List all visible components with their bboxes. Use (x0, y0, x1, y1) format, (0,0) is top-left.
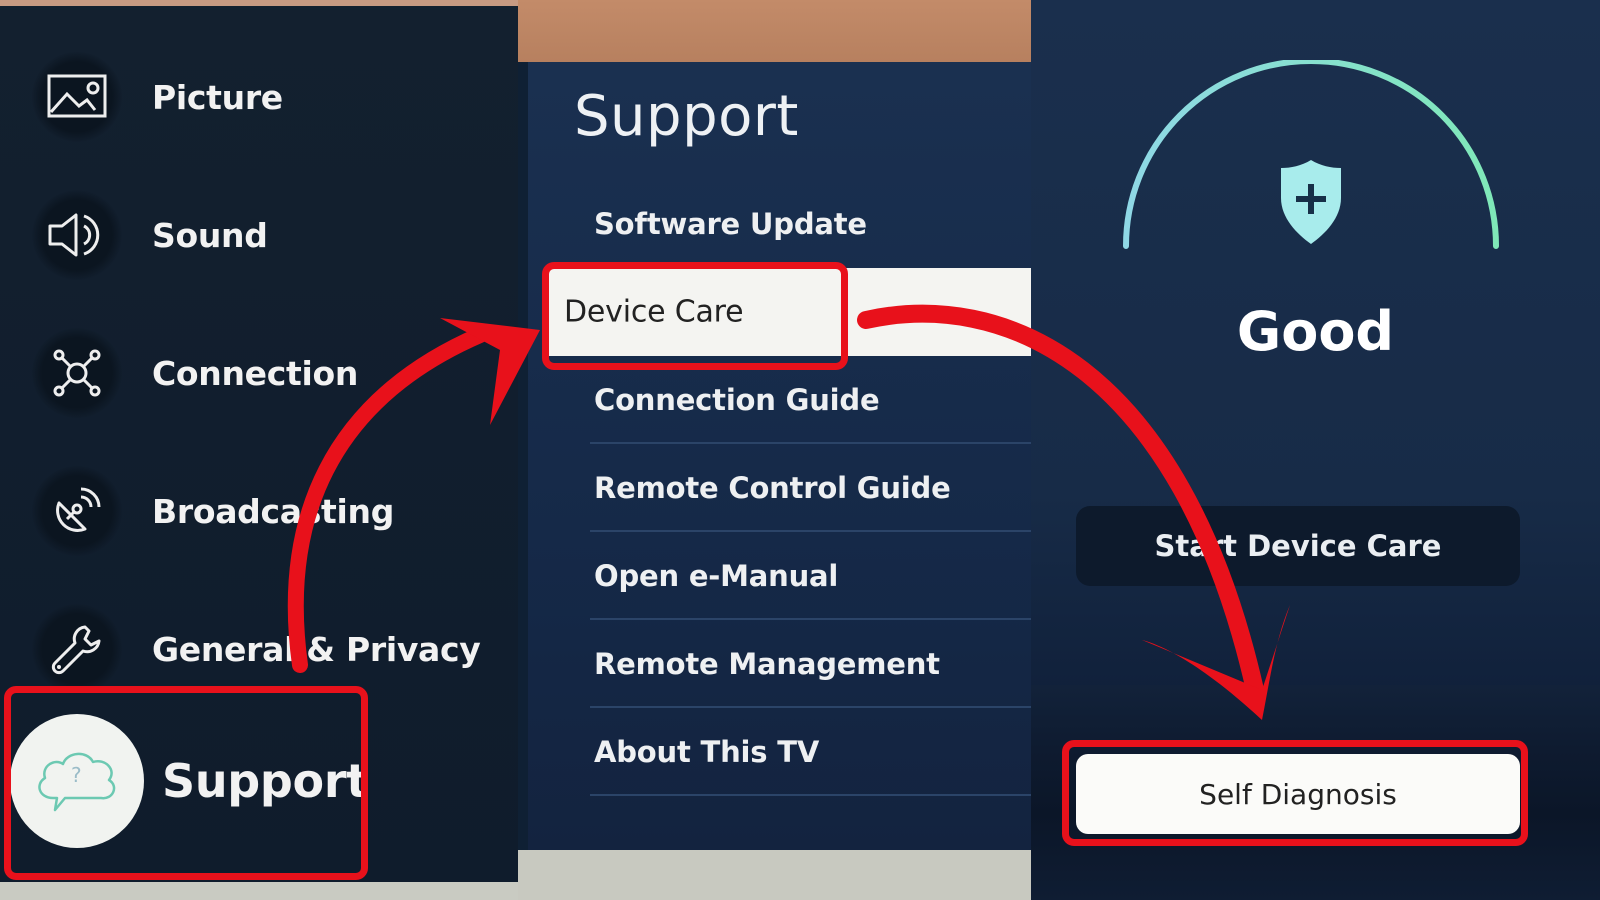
svg-text:?: ? (71, 763, 82, 787)
satellite-dish-icon (32, 466, 122, 556)
menu-item-picture[interactable]: Picture (0, 42, 500, 152)
page-title: Support (574, 84, 799, 149)
submenu-item-label: Connection Guide (594, 383, 880, 417)
speaker-icon (32, 190, 122, 280)
screen-bezel (518, 850, 1031, 900)
menu-item-support[interactable]: ? Support (0, 688, 500, 874)
screen-bezel (0, 882, 518, 900)
menu-item-label: Picture (152, 77, 283, 117)
submenu-item-label: Device Care (564, 294, 744, 330)
support-menu: Support Software Update Device Care Conn… (518, 0, 1031, 900)
support-cloud-icon: ? (10, 714, 144, 848)
menu-item-label: Connection (152, 353, 359, 393)
submenu-item-label: Software Update (594, 207, 867, 241)
menu-item-label: Support (162, 754, 368, 808)
submenu-item-label: Remote Control Guide (594, 471, 951, 505)
wrench-icon (32, 604, 122, 694)
menu-item-sound[interactable]: Sound (0, 180, 500, 290)
submenu-item-remote-control-guide[interactable]: Remote Control Guide (570, 444, 1031, 532)
submenu-item-device-care[interactable]: Device Care (544, 268, 1031, 356)
menu-item-broadcasting[interactable]: Broadcasting (0, 456, 500, 566)
background-wall (518, 0, 1031, 62)
submenu-item-open-e-manual[interactable]: Open e-Manual (570, 532, 1031, 620)
divider (590, 794, 1031, 796)
device-status: Good (1236, 300, 1395, 363)
submenu-item-label: Open e-Manual (594, 559, 839, 593)
submenu-item-label: Remote Management (594, 647, 940, 681)
menu-item-label: Sound (152, 215, 268, 255)
submenu-item-label: About This TV (594, 735, 820, 769)
status-gauge (1123, 60, 1499, 249)
settings-menu: Picture Sound Connection Broadcasting Ge… (0, 0, 518, 900)
submenu-item-about-this-tv[interactable]: About This TV (570, 708, 1031, 796)
menu-item-label: Broadcasting (152, 491, 395, 531)
submenu-item-remote-management[interactable]: Remote Management (570, 620, 1031, 708)
menu-item-connection[interactable]: Connection (0, 318, 500, 428)
submenu-item-software-update[interactable]: Software Update (570, 180, 1031, 268)
shield-plus-icon (1281, 160, 1341, 244)
start-device-care-button[interactable]: Start Device Care (1076, 506, 1520, 586)
network-icon (32, 328, 122, 418)
submenu-item-connection-guide[interactable]: Connection Guide (570, 356, 1031, 444)
device-care-panel: Good Start Device Care Self Diagnosis (1031, 0, 1600, 900)
self-diagnosis-button[interactable]: Self Diagnosis (1076, 754, 1520, 834)
picture-icon (32, 52, 122, 142)
menu-item-label: General & Privacy (152, 629, 481, 669)
